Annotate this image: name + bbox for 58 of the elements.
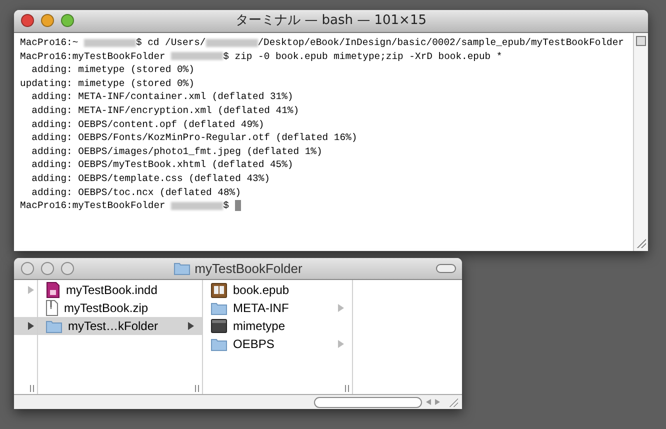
scroll-thumb[interactable] [314, 396, 422, 408]
resize-grip-icon[interactable] [636, 238, 646, 248]
terminal-line: adding: OEBPS/Fonts/KozMinPro-Regular.otf (deflated 16%) [30, 131, 358, 145]
file-item[interactable]: myTestBook.zip [38, 299, 202, 317]
disclosure-triangle-icon [338, 340, 344, 348]
terminal-line: adding: OEBPS/toc.ncx (deflated 48%) [30, 186, 241, 200]
resize-grip-icon[interactable] [448, 397, 458, 407]
column-resize-handle[interactable] [195, 385, 199, 392]
redacted-block [171, 52, 224, 60]
document-icon [46, 282, 60, 298]
file-item[interactable]: OEBPS [203, 335, 352, 353]
redacted-block [84, 38, 136, 47]
window-control[interactable] [61, 262, 74, 275]
redacted-block [206, 38, 258, 47]
terminal-line: adding: META-INF/container.xml (deflated 31%) [30, 90, 294, 104]
file-item[interactable]: mimetype [203, 317, 352, 335]
horizontal-scroll-bar[interactable] [14, 394, 462, 409]
terminal-line: adding: OEBPS/template.css (deflated 43%) [30, 172, 270, 186]
disclosure-triangle-icon [188, 322, 194, 330]
folder-icon [211, 338, 227, 350]
file-item[interactable]: myTest…kFolder [38, 317, 202, 335]
window-title: ターミナル — bash — 101×15 [235, 12, 426, 30]
window-title: myTestBookFolder [194, 260, 302, 278]
split-pane-icon[interactable] [636, 36, 646, 46]
terminal-line: updating: mimetype (stored 0%) [20, 76, 194, 90]
terminal-line: adding: OEBPS/myTestBook.xhtml (deflated 45%) [30, 158, 294, 172]
scroll-bar[interactable] [633, 33, 648, 251]
terminal-line: $ [223, 199, 230, 213]
scroll-right-arrow-icon[interactable] [435, 399, 440, 405]
file-item[interactable] [14, 317, 37, 335]
folder-icon [211, 302, 227, 314]
zip-file-icon [46, 300, 58, 316]
window-control[interactable] [21, 262, 34, 275]
folder-icon [174, 262, 190, 275]
folder-icon [46, 320, 62, 332]
file-item[interactable]: myTestBook.indd [38, 281, 202, 299]
text-cursor [234, 200, 241, 212]
toolbar-toggle-button[interactable] [436, 264, 456, 273]
terminal-line: /Desktop/eBook/InDesign/basic/0002/sample_epub/myTestBookFolder [258, 36, 624, 50]
terminal-line: MacPro16:myTestBookFolder [20, 50, 166, 64]
file-icon [211, 319, 227, 333]
terminal-line: adding: META-INF/encryption.xml (deflated 41%) [30, 104, 300, 118]
disclosure-triangle-icon [338, 304, 344, 312]
terminal-line: adding: mimetype (stored 0%) [30, 63, 194, 77]
column-resize-handle[interactable] [30, 385, 34, 392]
file-item[interactable]: META-INF [203, 299, 352, 317]
book-icon [211, 282, 227, 298]
terminal-line: $ zip -0 book.epub mimetype;zip -XrD book.epub * [223, 50, 502, 64]
window-control[interactable] [41, 262, 54, 275]
terminal-line: $ cd /Users/ [136, 36, 206, 50]
column-resize-handle[interactable] [345, 385, 349, 392]
redacted-block [171, 202, 224, 210]
file-item[interactable]: book.epub [203, 281, 352, 299]
terminal-line: adding: OEBPS/images/photo1_fmt.jpeg (deflated 1%) [30, 144, 322, 158]
terminal-line: MacPro16:~ [20, 36, 80, 50]
terminal-line: adding: OEBPS/content.opf (deflated 49%) [30, 118, 264, 132]
scroll-left-arrow-icon[interactable] [426, 399, 431, 405]
terminal-line: MacPro16:myTestBookFolder [20, 199, 166, 213]
